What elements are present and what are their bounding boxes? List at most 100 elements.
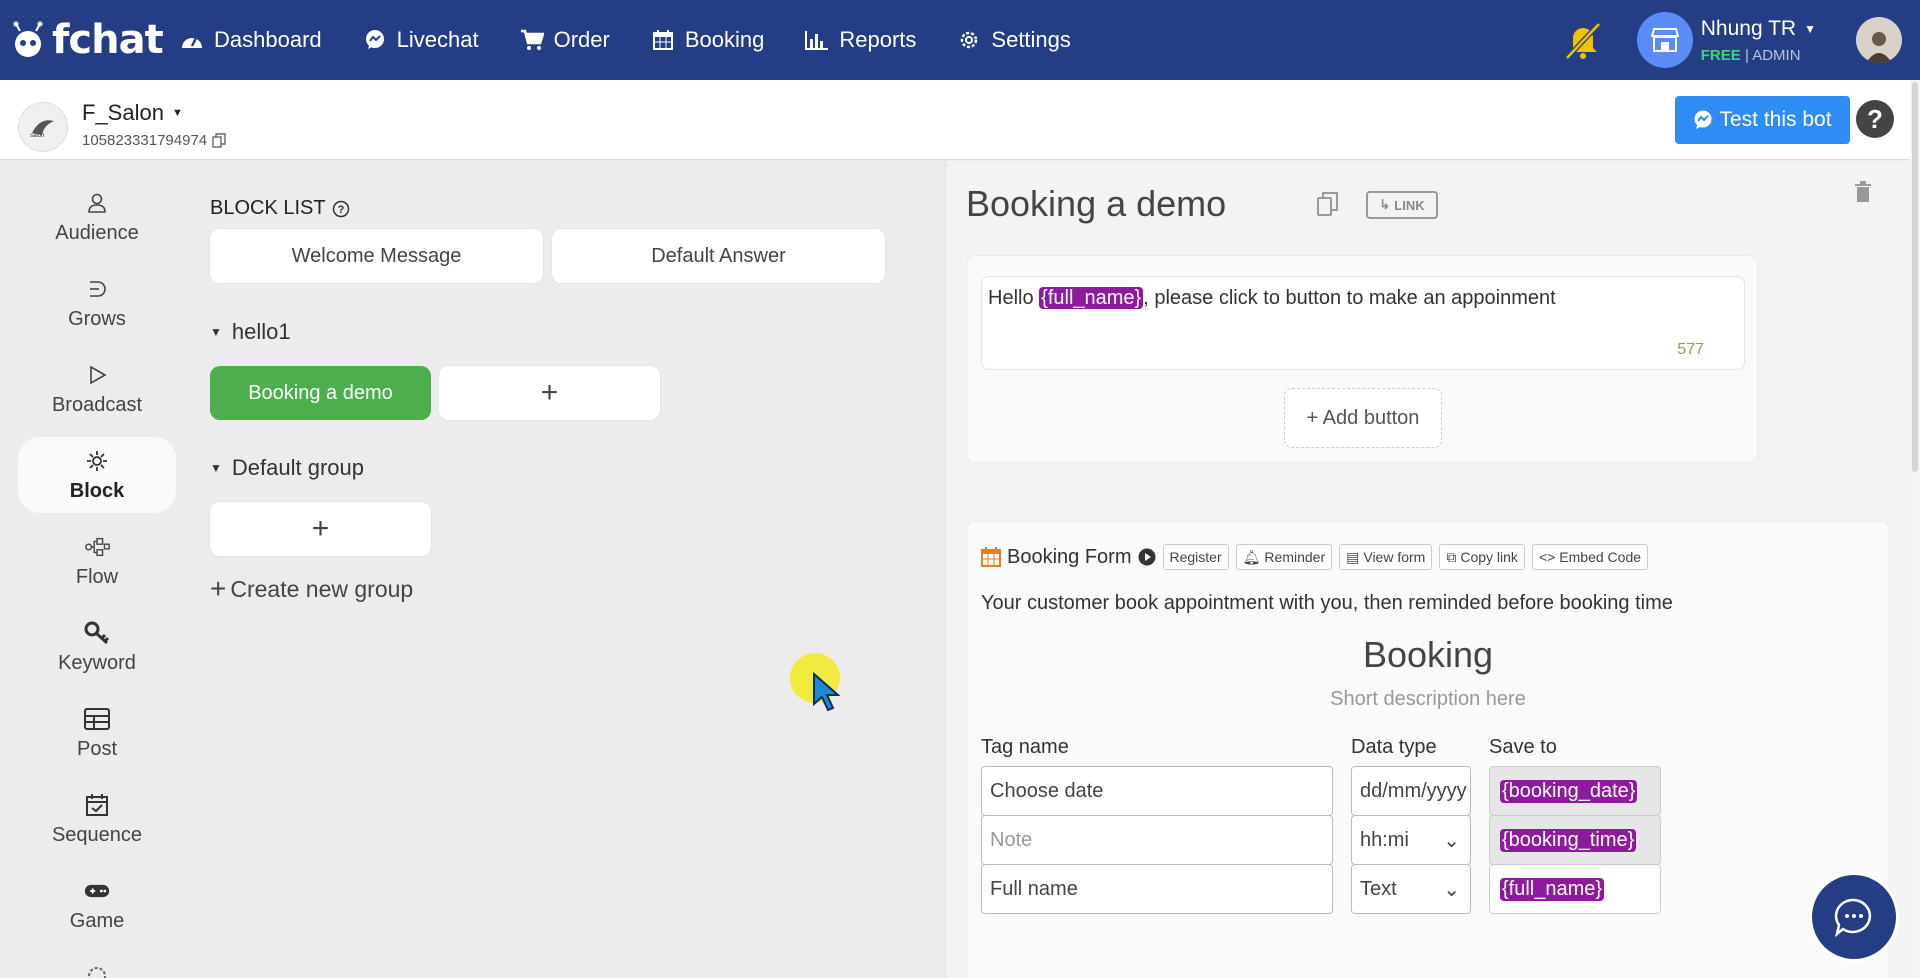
message-text: , please click to button to make an appo…	[1143, 287, 1556, 309]
sidebar-item-label: Sequence	[51, 823, 143, 846]
test-bot-button[interactable]: Test this bot	[1675, 96, 1850, 144]
page-logo[interactable]: salon	[18, 102, 68, 152]
page-name: F_Salon	[82, 100, 164, 125]
reminder-button[interactable]: 🔔︎ Reminder	[1235, 544, 1333, 570]
sidebar-item-block[interactable]: Block	[18, 437, 176, 513]
sidebar-item-label: Audience	[55, 221, 139, 244]
sidebar-item-label: Flow	[75, 565, 119, 588]
help-icon[interactable]: ?	[1856, 100, 1894, 138]
trash-icon[interactable]	[1854, 181, 1872, 208]
message-textbox[interactable]: Hello {full_name}, please click to butto…	[981, 276, 1745, 370]
nav-label: Dashboard	[214, 27, 322, 52]
nav-livechat[interactable]: Livechat	[363, 27, 479, 53]
scrollbar-thumb[interactable]	[1912, 82, 1918, 472]
brand-name: fchat	[52, 17, 164, 63]
data-type-select[interactable]: Text ⌄	[1351, 864, 1471, 914]
view-form-button[interactable]: ▤ View form	[1339, 544, 1433, 570]
welcome-message-block[interactable]: Welcome Message	[210, 229, 543, 283]
tag-name-input[interactable]: Full name	[981, 864, 1333, 914]
fchat-logo[interactable]: fchat	[8, 17, 180, 63]
block-title[interactable]: Booking a demo	[966, 183, 1226, 225]
main-nav: Dashboard Livechat Order Booking Reports…	[180, 27, 1112, 53]
save-to-field[interactable]: {booking_time}	[1489, 815, 1661, 865]
store-avatar[interactable]	[1636, 12, 1693, 68]
save-to-field[interactable]: {booking_date}	[1489, 766, 1661, 816]
nav-label: Order	[553, 27, 610, 52]
chat-icon	[363, 28, 387, 52]
input-value: Full name	[990, 877, 1078, 900]
caret-down-icon: ▼	[171, 107, 183, 119]
nav-booking[interactable]: Booking	[651, 27, 764, 53]
add-block-button[interactable]: +	[439, 366, 660, 420]
block-booking-a-demo[interactable]: Booking a demo	[210, 366, 431, 420]
nav-order[interactable]: Order	[520, 27, 610, 53]
sidebar-item-label: Grows	[68, 307, 126, 330]
nav-settings[interactable]: Settings	[957, 27, 1071, 53]
sidebar-item-label: Keyword	[58, 651, 136, 674]
sidebar-item-label: Broadcast	[51, 393, 143, 416]
sidebar-item-broadcast[interactable]: Broadcast	[18, 351, 176, 427]
block-icon	[84, 448, 110, 474]
sidebar: Audience Grows Broadcast Block Flow Keyw…	[0, 161, 195, 978]
copy-icon[interactable]	[212, 133, 226, 148]
copy-icon[interactable]	[1316, 191, 1340, 222]
sidebar-item-grows[interactable]: Grows	[18, 265, 176, 341]
livechat-bubble[interactable]	[1812, 875, 1896, 959]
column-header-tag: Tag name	[981, 736, 1069, 758]
column-header-type: Data type	[1351, 736, 1437, 758]
register-button[interactable]: Register	[1162, 544, 1229, 570]
page-selector[interactable]: F_Salon ▼	[82, 100, 183, 126]
key-icon	[84, 620, 110, 646]
nav-label: Livechat	[396, 27, 479, 52]
mini-btn-label: Copy link	[1460, 549, 1518, 565]
form-icon: ▤	[1346, 548, 1360, 565]
group-header-default[interactable]: ▼ Default group	[210, 455, 364, 481]
page-header: salon F_Salon ▼ 105823331794974 Test this…	[0, 80, 1910, 160]
chevron-down-icon: ⌄	[1467, 779, 1470, 804]
form-title[interactable]: Booking	[967, 634, 1889, 676]
sidebar-item-flow[interactable]: Flow	[18, 523, 176, 599]
sidebar-item-audience[interactable]: Audience	[18, 179, 176, 255]
data-type-select[interactable]: dd/mm/yyyy⌄	[1351, 766, 1471, 816]
nav-label: Reports	[839, 27, 917, 52]
create-new-group-link[interactable]: + Create new group	[210, 573, 413, 605]
chevron-down-icon: ⌄	[1443, 878, 1460, 901]
help-symbol: ?	[1867, 103, 1883, 134]
add-button-button[interactable]: + Add button	[1284, 388, 1442, 448]
gear-icon	[957, 28, 981, 52]
bell-muted-icon[interactable]	[1559, 16, 1607, 64]
select-value: Text	[1360, 877, 1397, 900]
tag-name-input[interactable]: Note	[981, 815, 1333, 865]
copy-link-button[interactable]: ⧉ Copy link	[1439, 544, 1525, 570]
add-block-button[interactable]: +	[210, 502, 431, 556]
play-icon	[84, 362, 110, 388]
nav-dashboard[interactable]: Dashboard	[180, 27, 322, 53]
sidebar-item-post[interactable]: Post	[18, 695, 176, 771]
tag-name-input[interactable]: Choose date	[981, 766, 1333, 816]
play-circle-icon[interactable]	[1138, 548, 1156, 566]
sidebar-item-keyword[interactable]: Keyword	[18, 609, 176, 685]
char-count: 577	[1677, 341, 1704, 358]
sidebar-item-sequence[interactable]: Sequence	[18, 781, 176, 857]
person-icon	[84, 190, 110, 216]
link-button[interactable]: ↳ LINK	[1366, 191, 1438, 219]
default-answer-block[interactable]: Default Answer	[552, 229, 885, 283]
group-header-hello1[interactable]: ▼ hello1	[210, 319, 291, 345]
save-to-field[interactable]: {full_name}	[1489, 864, 1661, 914]
sidebar-item-game[interactable]: Game	[18, 867, 176, 943]
block-label: Welcome Message	[291, 244, 462, 267]
settings-partial-icon	[86, 965, 108, 978]
top-navbar: fchat Dashboard Livechat Order Booking R…	[0, 0, 1920, 80]
user-menu[interactable]: Nhung TR ▼ FREE | ADMIN	[1701, 17, 1816, 64]
gamepad-icon	[84, 878, 110, 904]
embed-code-button[interactable]: <> Embed Code	[1531, 544, 1649, 570]
person-photo-icon	[1866, 32, 1892, 63]
profile-avatar[interactable]	[1856, 17, 1902, 63]
nav-reports[interactable]: Reports	[805, 27, 916, 53]
page-id: 105823331794974	[82, 132, 208, 149]
question-circle-icon[interactable]: ?	[332, 200, 350, 218]
data-type-select[interactable]: hh:mi ⌄	[1351, 815, 1471, 865]
form-subtitle[interactable]: Short description here	[967, 688, 1889, 711]
plus-icon: +	[540, 376, 559, 409]
top-right-area: Nhung TR ▼ FREE | ADMIN	[1559, 0, 1920, 80]
